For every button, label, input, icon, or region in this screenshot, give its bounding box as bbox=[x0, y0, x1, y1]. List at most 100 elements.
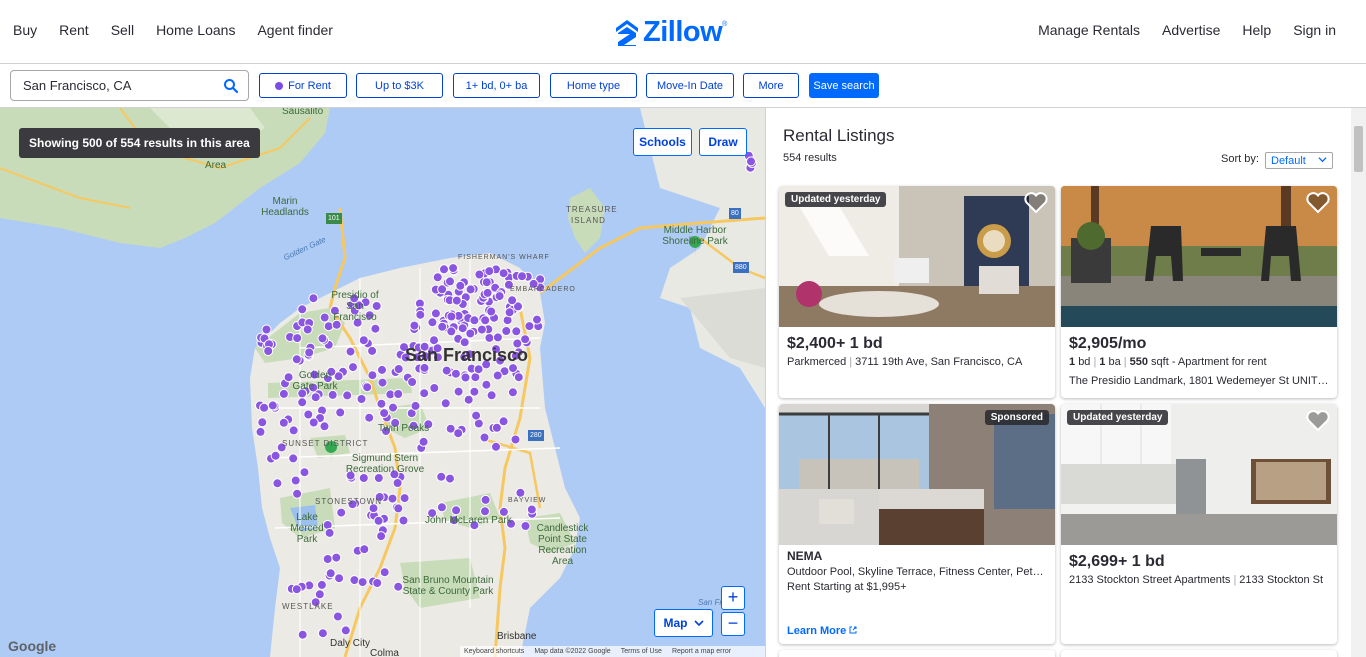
listing-marker[interactable] bbox=[465, 328, 476, 339]
search-input[interactable] bbox=[23, 78, 213, 93]
listing-marker[interactable] bbox=[398, 515, 409, 526]
draw-button[interactable]: Draw bbox=[699, 128, 747, 156]
listing-marker[interactable] bbox=[373, 515, 384, 526]
listing-marker[interactable] bbox=[432, 272, 443, 283]
listing-marker[interactable] bbox=[429, 383, 440, 393]
listing-marker[interactable] bbox=[270, 450, 281, 461]
listing-marker[interactable] bbox=[437, 321, 448, 332]
listing-marker[interactable] bbox=[291, 354, 302, 365]
scrollbar-thumb[interactable] bbox=[1354, 126, 1363, 172]
home-type-filter[interactable]: Home type bbox=[550, 73, 637, 98]
listing-marker[interactable] bbox=[278, 417, 289, 428]
listing-marker[interactable] bbox=[445, 473, 455, 484]
listing-marker[interactable] bbox=[319, 421, 330, 432]
listing-card-parkmerced[interactable]: Updated yesterday $2,400+ 1 bd Parkmerce… bbox=[779, 186, 1055, 398]
listing-marker[interactable] bbox=[526, 504, 537, 515]
listing-marker[interactable] bbox=[261, 324, 272, 335]
listing-marker[interactable] bbox=[323, 321, 334, 332]
listing-marker[interactable] bbox=[480, 494, 491, 505]
listing-marker[interactable] bbox=[292, 488, 303, 499]
listing-marker[interactable] bbox=[342, 390, 353, 401]
listing-marker[interactable] bbox=[317, 333, 328, 344]
move-in-date-filter[interactable]: Move-In Date bbox=[646, 73, 734, 98]
listing-marker[interactable] bbox=[291, 584, 302, 595]
listing-photo[interactable] bbox=[1061, 186, 1337, 327]
listing-marker[interactable] bbox=[288, 453, 299, 464]
listing-marker[interactable] bbox=[370, 323, 381, 334]
listing-marker[interactable] bbox=[278, 388, 289, 399]
listing-marker[interactable] bbox=[479, 432, 490, 443]
listing-marker[interactable] bbox=[451, 295, 462, 306]
listing-marker[interactable] bbox=[257, 417, 268, 428]
listing-card-partial[interactable] bbox=[779, 650, 1055, 657]
listing-marker[interactable] bbox=[377, 364, 387, 375]
listing-marker[interactable] bbox=[507, 295, 518, 306]
schools-button[interactable]: Schools bbox=[633, 128, 692, 156]
listing-marker[interactable] bbox=[419, 388, 430, 399]
listing-marker[interactable] bbox=[297, 629, 308, 640]
listing-marker[interactable] bbox=[317, 628, 328, 639]
listing-marker[interactable] bbox=[430, 308, 441, 319]
listing-marker[interactable] bbox=[304, 347, 315, 358]
listing-marker[interactable] bbox=[480, 315, 491, 326]
listing-marker[interactable] bbox=[441, 365, 452, 376]
listing-marker[interactable] bbox=[436, 471, 447, 482]
listing-marker[interactable] bbox=[481, 277, 492, 288]
listing-marker[interactable] bbox=[387, 493, 398, 504]
keyboard-shortcuts-link[interactable]: Keyboard shortcuts bbox=[464, 648, 524, 655]
listing-marker[interactable] bbox=[439, 264, 449, 275]
listing-marker[interactable] bbox=[473, 364, 484, 375]
listing-marker[interactable] bbox=[476, 324, 487, 335]
listing-marker[interactable] bbox=[359, 544, 370, 555]
listing-marker[interactable] bbox=[372, 578, 383, 588]
listing-marker[interactable] bbox=[290, 475, 301, 486]
listing-marker[interactable] bbox=[520, 521, 531, 531]
listing-marker[interactable] bbox=[484, 332, 495, 343]
listing-marker[interactable] bbox=[504, 307, 515, 318]
listing-marker[interactable] bbox=[486, 306, 497, 317]
listing-marker[interactable] bbox=[469, 386, 480, 397]
listing-marker[interactable] bbox=[334, 573, 345, 584]
listing-marker[interactable] bbox=[357, 577, 368, 588]
for-rent-filter[interactable]: For Rent bbox=[259, 73, 347, 98]
listing-marker[interactable] bbox=[492, 370, 503, 381]
listing-marker[interactable] bbox=[377, 377, 388, 388]
listing-marker[interactable] bbox=[481, 379, 492, 390]
listing-marker[interactable] bbox=[263, 346, 274, 356]
listing-marker[interactable] bbox=[272, 478, 283, 489]
more-filter[interactable]: More bbox=[743, 73, 799, 98]
price-filter[interactable]: Up to $3K bbox=[356, 73, 443, 98]
listing-marker[interactable] bbox=[448, 263, 459, 274]
listing-marker[interactable] bbox=[746, 156, 756, 167]
listing-marker[interactable] bbox=[474, 269, 485, 280]
listing-marker[interactable] bbox=[345, 346, 356, 357]
zillow-logo[interactable]: Zillow ® bbox=[615, 16, 727, 49]
listings-scrollbar[interactable] bbox=[1351, 108, 1366, 657]
heart-icon[interactable] bbox=[1305, 409, 1331, 433]
listing-marker[interactable] bbox=[259, 402, 270, 413]
listing-marker[interactable] bbox=[451, 505, 462, 516]
listing-photo[interactable]: Updated yesterday bbox=[1061, 404, 1337, 545]
listing-marker[interactable] bbox=[399, 493, 410, 504]
listing-marker[interactable] bbox=[446, 311, 457, 322]
zoom-out-button[interactable]: − bbox=[721, 612, 745, 636]
listing-marker[interactable] bbox=[379, 567, 390, 578]
listing-marker[interactable] bbox=[292, 333, 303, 344]
listing-marker[interactable] bbox=[335, 407, 346, 418]
listing-marker[interactable] bbox=[388, 402, 398, 413]
listing-marker[interactable] bbox=[453, 386, 464, 397]
listing-marker[interactable] bbox=[453, 428, 464, 439]
terms-of-use-link[interactable]: Terms of Use bbox=[621, 648, 662, 655]
listing-marker[interactable] bbox=[471, 410, 482, 421]
listing-marker[interactable] bbox=[465, 284, 476, 295]
listing-marker[interactable] bbox=[358, 335, 369, 346]
nav-advertise[interactable]: Advertise bbox=[1162, 22, 1220, 38]
listing-marker[interactable] bbox=[367, 370, 378, 381]
listing-marker[interactable] bbox=[491, 422, 502, 433]
listing-marker[interactable] bbox=[427, 317, 438, 328]
listing-marker[interactable] bbox=[308, 417, 319, 428]
listing-marker[interactable] bbox=[379, 408, 390, 419]
listing-marker[interactable] bbox=[316, 579, 327, 590]
listing-marker[interactable] bbox=[340, 625, 351, 636]
zoom-in-button[interactable]: + bbox=[721, 586, 745, 610]
